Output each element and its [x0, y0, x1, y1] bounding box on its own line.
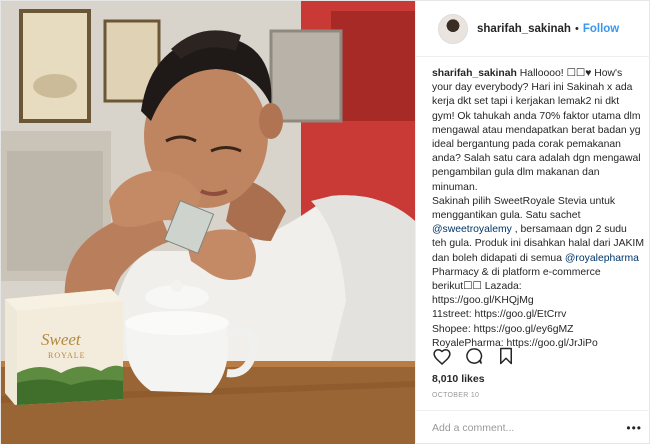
- likes-count[interactable]: 8,010 likes: [432, 373, 485, 385]
- post-date: OCTOBER 10: [432, 392, 480, 399]
- link-11street: 11street: https://goo.gl/EtCrrv: [432, 309, 567, 321]
- post-photo[interactable]: Sweet ROYALE: [1, 1, 415, 444]
- box-brand-subtext: ROYALE: [48, 351, 86, 360]
- caption-paragraph-1: sharifah_sakinah Halloooo! ☐☐♥ How's you…: [432, 67, 644, 195]
- more-options-button[interactable]: •••: [626, 421, 642, 435]
- photo-illustration: Sweet ROYALE: [1, 1, 415, 444]
- link-lazada: https://goo.gl/KHQjMg: [432, 295, 534, 307]
- bookmark-icon[interactable]: [496, 346, 516, 366]
- caption-text-1: Halloooo! ☐☐♥ How's your day everybody? …: [432, 68, 641, 193]
- post-header: sharifah_sakinah • Follow: [416, 1, 650, 57]
- mention-royalepharma[interactable]: @royalepharma: [565, 253, 639, 264]
- mention-sweetroyalemy[interactable]: @sweetroyalemy: [432, 224, 512, 235]
- instagram-post: Sweet ROYALE sharifah_sakinah • Follow s…: [0, 0, 650, 444]
- comment-icon[interactable]: [464, 346, 484, 366]
- follow-button[interactable]: Follow: [583, 23, 619, 35]
- post-actions: [432, 345, 642, 367]
- caption-username[interactable]: sharifah_sakinah: [432, 68, 517, 79]
- caption-text-4: Pharmacy & di platform e-commerce beriku…: [432, 266, 601, 293]
- comment-input[interactable]: [432, 422, 612, 434]
- header-separator: •: [574, 22, 579, 35]
- heart-icon[interactable]: [432, 346, 452, 366]
- post-side-panel: sharifah_sakinah • Follow sharifah_sakin…: [415, 1, 650, 444]
- header-username[interactable]: sharifah_sakinah: [477, 23, 571, 35]
- avatar[interactable]: [438, 13, 468, 44]
- link-shopee: Shopee: https://goo.gl/ey6gMZ: [432, 323, 574, 335]
- caption-text-2: Sakinah pilih SweetRoyale Stevia untuk m…: [432, 195, 616, 222]
- box-brand-text: Sweet: [41, 330, 82, 349]
- post-caption: sharifah_sakinah Halloooo! ☐☐♥ How's you…: [432, 67, 644, 351]
- caption-paragraph-2: Sakinah pilih SweetRoyale Stevia untuk m…: [432, 195, 644, 294]
- comment-bar: •••: [416, 410, 650, 444]
